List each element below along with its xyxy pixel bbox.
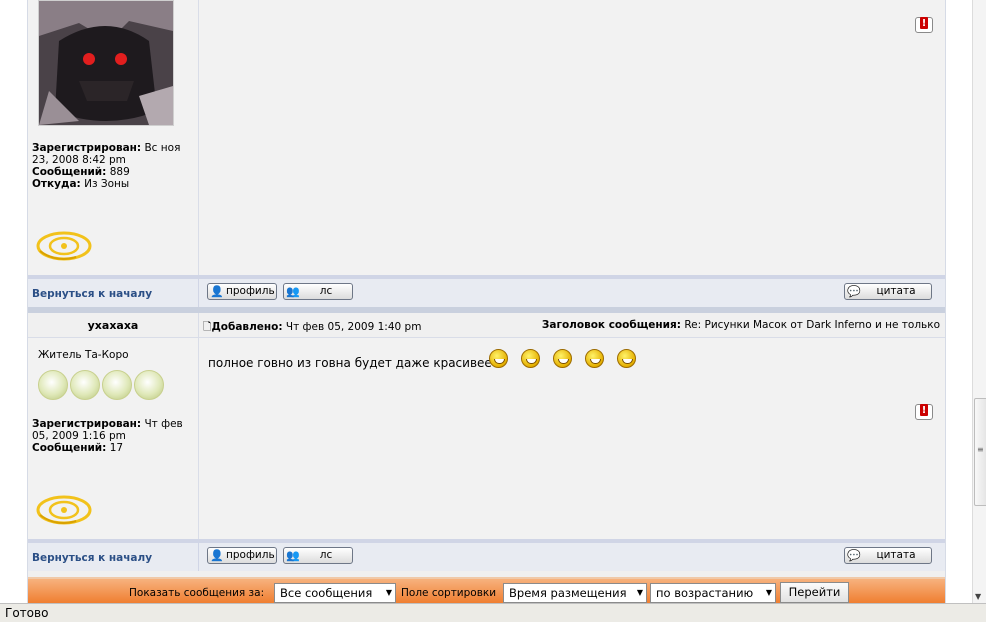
back-to-top-link[interactable]: Вернуться к началу <box>32 288 152 300</box>
registered-label: Зарегистрирован: <box>32 142 142 154</box>
show-posts-select[interactable]: Все сообщения ▼ <box>274 583 396 603</box>
scrollbar-thumb[interactable]: ≡ <box>974 398 986 506</box>
bionicle-logo-icon <box>36 231 92 261</box>
messages-count: 889 <box>109 166 130 178</box>
author-details: Зарегистрирован: Чт фев 05, 2009 1:16 pm… <box>32 418 183 454</box>
registered-value-line2: 05, 2009 1:16 pm <box>32 430 126 442</box>
post-text: полное говно из говна будет даже красиве… <box>208 356 492 370</box>
profile-button[interactable]: 👤 профиль <box>207 547 277 564</box>
grin-smiley-icon <box>585 349 604 368</box>
bionicle-logo-icon <box>36 495 92 525</box>
messages-label: Сообщений: <box>32 166 107 178</box>
post-date: 🗋Добавлено: Чт фев 05, 2009 1:40 pm <box>203 321 422 333</box>
chevron-down-icon: ▼ <box>385 588 392 597</box>
quote-button[interactable]: 💬 цитата <box>844 283 932 300</box>
pm-button[interactable]: 👥 лс <box>283 283 353 300</box>
rank-star-icon <box>102 370 132 400</box>
post-2-header: ухахаха 🗋Добавлено: Чт фев 05, 2009 1:40… <box>28 313 945 338</box>
registered-label: Зарегистрирован: <box>32 418 142 430</box>
quote-icon: 💬 <box>847 285 861 298</box>
from-value: Из Зоны <box>84 178 130 190</box>
sort-order-select[interactable]: по возрастанию ▼ <box>650 583 776 603</box>
sort-field-label: Поле сортировки <box>401 587 497 599</box>
show-posts-label: Показать сообщения за: <box>129 587 265 599</box>
go-button[interactable]: Перейти <box>780 582 849 603</box>
post-1-author-panel: Зарегистрирован: Вс ноя 23, 2008 8:42 pm… <box>28 0 199 275</box>
post-2-content: полное говно из говна будет даже красиве… <box>199 338 945 541</box>
grin-smiley-icon <box>489 349 508 368</box>
from-label: Откуда: <box>32 178 81 190</box>
rank-star-icon <box>70 370 100 400</box>
chevron-down-icon: ▼ <box>765 588 772 597</box>
status-bar: Готово <box>0 603 986 622</box>
quote-icon: 💬 <box>847 549 861 562</box>
profile-icon: 👤 <box>210 549 224 562</box>
rank-star-icon <box>38 370 68 400</box>
report-icon[interactable] <box>915 404 933 420</box>
grin-smiley-icon <box>553 349 572 368</box>
registered-value: Вс ноя <box>144 142 181 154</box>
post-author-name[interactable]: ухахаха <box>28 319 198 332</box>
grin-smiley-icon <box>521 349 540 368</box>
profile-icon: 👤 <box>210 285 224 298</box>
author-details: Зарегистрирован: Вс ноя 23, 2008 8:42 pm… <box>32 142 180 190</box>
grin-smiley-icon <box>617 349 636 368</box>
scroll-down-arrow-icon[interactable]: ▼ <box>975 592 981 601</box>
pm-button[interactable]: 👥 лс <box>283 547 353 564</box>
forum-topic: Зарегистрирован: Вс ноя 23, 2008 8:42 pm… <box>27 0 946 603</box>
quote-button[interactable]: 💬 цитата <box>844 547 932 564</box>
post-2-author-panel: Житель Та-Коро Зарегистрирован: Чт фев 0… <box>28 338 199 541</box>
registered-value-line2: 23, 2008 8:42 pm <box>32 154 126 166</box>
sort-field-select[interactable]: Время размещения ▼ <box>503 583 647 603</box>
pm-icon: 👥 <box>286 285 300 298</box>
grip-icon: ≡ <box>977 445 984 454</box>
sort-bar: Показать сообщения за: Все сообщения ▼ П… <box>28 577 945 603</box>
back-to-top-link[interactable]: Вернуться к началу <box>32 552 152 564</box>
post-1-actions: Вернуться к началу 👤 профиль 👥 лс 💬 цита… <box>28 275 945 307</box>
profile-button[interactable]: 👤 профиль <box>207 283 277 300</box>
avatar-image <box>39 1 173 125</box>
post-2-actions: Вернуться к началу 👤 профиль 👥 лс 💬 цита… <box>28 539 945 571</box>
rank-star-icon <box>134 370 164 400</box>
messages-count: 17 <box>109 442 124 454</box>
pm-icon: 👥 <box>286 549 300 562</box>
chevron-down-icon: ▼ <box>636 588 643 597</box>
report-icon[interactable] <box>915 17 933 33</box>
registered-value: Чт фев <box>144 418 183 430</box>
messages-label: Сообщений: <box>32 442 107 454</box>
post-1-content <box>199 0 945 275</box>
avatar <box>38 0 174 126</box>
status-text: Готово <box>5 606 49 620</box>
post-2: Житель Та-Коро Зарегистрирован: Чт фев 0… <box>28 338 945 541</box>
browser-viewport: Зарегистрирован: Вс ноя 23, 2008 8:42 pm… <box>0 0 972 603</box>
post-1: Зарегистрирован: Вс ноя 23, 2008 8:42 pm… <box>28 0 945 275</box>
vertical-scrollbar[interactable]: ≡ ▼ <box>972 0 986 603</box>
user-rank: Житель Та-Коро <box>38 349 129 361</box>
post-subject: Заголовок сообщения: Re: Рисунки Масок о… <box>541 319 940 331</box>
